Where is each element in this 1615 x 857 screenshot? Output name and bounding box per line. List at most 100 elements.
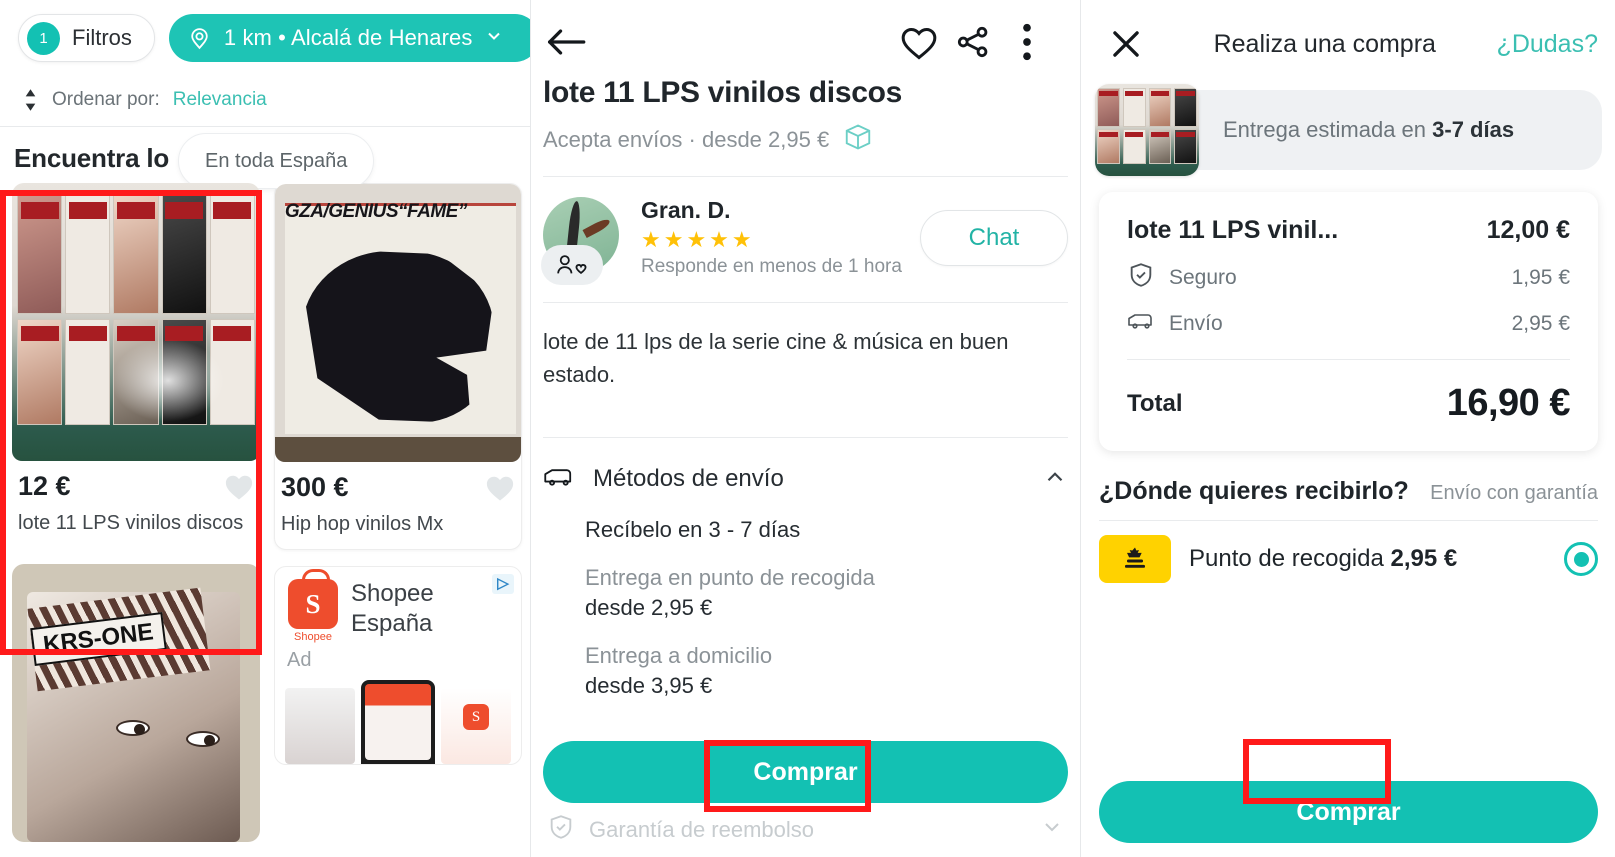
location-label: 1 km • Alcalá de Henares — [223, 25, 473, 50]
heart-icon[interactable] — [892, 15, 946, 69]
sort-value[interactable]: Relevancia — [173, 89, 267, 111]
summary-item-row: lote 11 LPS vinil... 12,00 € — [1127, 216, 1570, 245]
gza-cover-text: GZA/GENIUS“FAME” — [284, 200, 468, 222]
shipping-option-name: Entrega en punto de recogida — [585, 564, 875, 590]
seller-response-time: Responde en menos de 1 hora — [641, 256, 902, 277]
pickup-point-option[interactable]: Punto de recogida 2,95 € — [1081, 521, 1615, 583]
buy-button[interactable]: Comprar — [543, 741, 1068, 803]
shipping-option-pickup[interactable]: Entrega en punto de recogida desde 2,95 … — [531, 543, 1080, 621]
seller-name: Gran. D. — [641, 197, 731, 223]
screenshot-root: 1 Filtros 1 km • Alcalá de Henares Orden… — [0, 0, 1615, 857]
shipping-option-price: desde 3,95 € — [585, 672, 713, 698]
seller-meta: Gran. D. ★★★★★ Responde en menos de 1 ho… — [641, 197, 904, 280]
listing-body-2: 300 € Hip hop vinilos Mx — [275, 462, 521, 549]
avatar[interactable] — [541, 197, 625, 286]
listing-price-2: 300 € — [281, 472, 349, 502]
summary-divider — [1127, 359, 1570, 360]
favorite-heart-icon[interactable] — [224, 473, 254, 501]
adchoices-icon[interactable]: ▷ — [492, 574, 514, 595]
buy-bar: Comprar Garantía de reembolso — [531, 741, 1080, 857]
summary-total-value: 16,90 € — [1446, 382, 1571, 424]
listing-card-1[interactable]: 12 € lote 11 LPS vinilos discos — [12, 183, 260, 549]
shopee-logo: S Shopee — [285, 569, 341, 644]
chat-button[interactable]: Chat — [920, 210, 1068, 267]
listing-image-1[interactable] — [12, 183, 260, 461]
delivery-destination-subtitle: Envío con garantía — [1430, 482, 1598, 504]
delivery-estimate-row: Entrega estimada en 3-7 días — [1095, 84, 1602, 176]
package-box-icon — [843, 122, 873, 158]
favorite-heart-icon[interactable] — [485, 474, 515, 502]
chevron-up-icon[interactable] — [1042, 464, 1068, 495]
filters-toolbar: 1 Filtros 1 km • Alcalá de Henares — [0, 0, 530, 76]
shipping-option-home[interactable]: Entrega a domicilio desde 3,95 € — [531, 621, 1080, 699]
summary-line-value: 1,95 € — [1511, 265, 1570, 289]
summary-total-label: Total — [1127, 389, 1183, 417]
listing-artwork-krs: KRS-ONE — [12, 564, 260, 843]
shipping-methods-label: Métodos de envío — [593, 465, 784, 493]
product-shipping-subtitle: Acepta envíos · desde 2,95 € — [531, 110, 1080, 158]
sort-control[interactable]: Ordenar por: Relevancia — [0, 76, 530, 122]
product-description: lote de 11 lps de la serie cine & música… — [543, 328, 1009, 387]
correos-crown-icon — [1099, 535, 1171, 583]
pickup-point-radio[interactable] — [1564, 542, 1598, 576]
checkout-panel: Realiza una compra ¿Dudas? Entrega estim… — [1081, 0, 1615, 857]
results-header: Encuentra lo En toda España — [0, 127, 530, 189]
ad-title-line2: España — [351, 610, 433, 638]
refund-guarantee-row[interactable]: Garantía de reembolso — [543, 803, 1068, 847]
checkout-title: Realiza una compra — [1213, 29, 1436, 58]
listing-image-2[interactable]: GZA/GENIUS“FAME” — [275, 184, 521, 462]
seller-rating-stars: ★★★★★ — [641, 227, 755, 252]
scope-pill[interactable]: En toda España — [178, 133, 375, 189]
sort-prefix: Ordenar por: — [52, 89, 160, 110]
ad-phone-mock — [361, 680, 435, 765]
delivery-destination-title: ¿Dónde quieres recibirlo? — [1099, 477, 1409, 505]
shipping-methods-header[interactable]: Métodos de envío — [531, 438, 1080, 495]
results-grid: 12 € lote 11 LPS vinilos discos KRS-ONE … — [0, 183, 530, 857]
share-icon[interactable] — [946, 15, 1000, 69]
listing-title-2: Hip hop vinilos Mx — [281, 513, 444, 535]
listing-image-3[interactable]: KRS-ONE — [12, 564, 260, 843]
van-icon — [543, 465, 577, 494]
chevron-down-icon[interactable] — [1040, 815, 1064, 845]
delivery-estimate-days: 3-7 días — [1432, 117, 1515, 142]
seller-block[interactable]: Gran. D. ★★★★★ Responde en menos de 1 ho… — [531, 177, 1080, 286]
checkout-toolbar: Realiza una compra ¿Dudas? — [1081, 0, 1615, 74]
filters-label: Filtros — [72, 25, 132, 50]
back-arrow-icon[interactable] — [539, 15, 593, 69]
sort-arrows-icon — [22, 88, 39, 112]
more-vertical-icon[interactable] — [1000, 15, 1054, 69]
listing-card-2[interactable]: GZA/GENIUS“FAME” 300 € Hip hop vinilos M… — [274, 183, 522, 551]
order-summary-card: lote 11 LPS vinil... 12,00 € Seguro 1,95… — [1099, 192, 1598, 451]
listing-card-3[interactable]: KRS-ONE — [12, 564, 260, 843]
ad-label: Ad — [287, 649, 312, 672]
results-title: Encuentra lo — [14, 143, 170, 173]
chevron-down-icon — [484, 26, 504, 51]
listing-body-1: 12 € lote 11 LPS vinilos discos — [12, 461, 260, 548]
order-thumbnail — [1095, 84, 1199, 176]
help-link[interactable]: ¿Dudas? — [1497, 30, 1598, 59]
delivery-estimate-text: Entrega estimada en 3-7 días — [1199, 117, 1514, 143]
close-icon[interactable] — [1099, 17, 1153, 71]
filters-button[interactable]: 1 Filtros — [18, 14, 155, 62]
summary-line-label: Envío — [1169, 311, 1223, 335]
shield-check-icon — [1127, 261, 1161, 294]
shield-check-icon — [547, 813, 575, 847]
checkout-buy-button[interactable]: Comprar — [1099, 781, 1598, 843]
delivery-destination-header: ¿Dónde quieres recibirlo? Envío con gara… — [1081, 451, 1615, 506]
summary-line-label: Seguro — [1169, 265, 1237, 289]
location-filter-button[interactable]: 1 km • Alcalá de Henares — [168, 14, 530, 62]
results-column-right: GZA/GENIUS“FAME” 300 € Hip hop vinilos M… — [274, 183, 522, 857]
listing-title-1: lote 11 LPS vinilos discos — [18, 512, 244, 534]
summary-line-shipping: Envío 2,95 € — [1127, 310, 1570, 337]
search-results-panel: 1 Filtros 1 km • Alcalá de Henares Orden… — [0, 0, 530, 857]
product-detail-panel: lote 11 LPS vinilos discos Acepta envíos… — [531, 0, 1080, 857]
sponsored-ad-card[interactable]: ▷ S Shopee Shopee España Ad S — [274, 566, 522, 766]
shopee-bag-icon: S — [288, 569, 338, 630]
detail-toolbar — [531, 0, 1080, 70]
shopee-brand-label: Shopee — [294, 631, 332, 644]
filters-count-badge: 1 — [27, 21, 60, 55]
summary-item-price: 12,00 € — [1486, 216, 1570, 244]
shipping-option-price: desde 2,95 € — [585, 594, 713, 620]
van-icon — [1127, 310, 1161, 337]
pickup-point-label: Punto de recogida 2,95 € — [1189, 545, 1546, 573]
